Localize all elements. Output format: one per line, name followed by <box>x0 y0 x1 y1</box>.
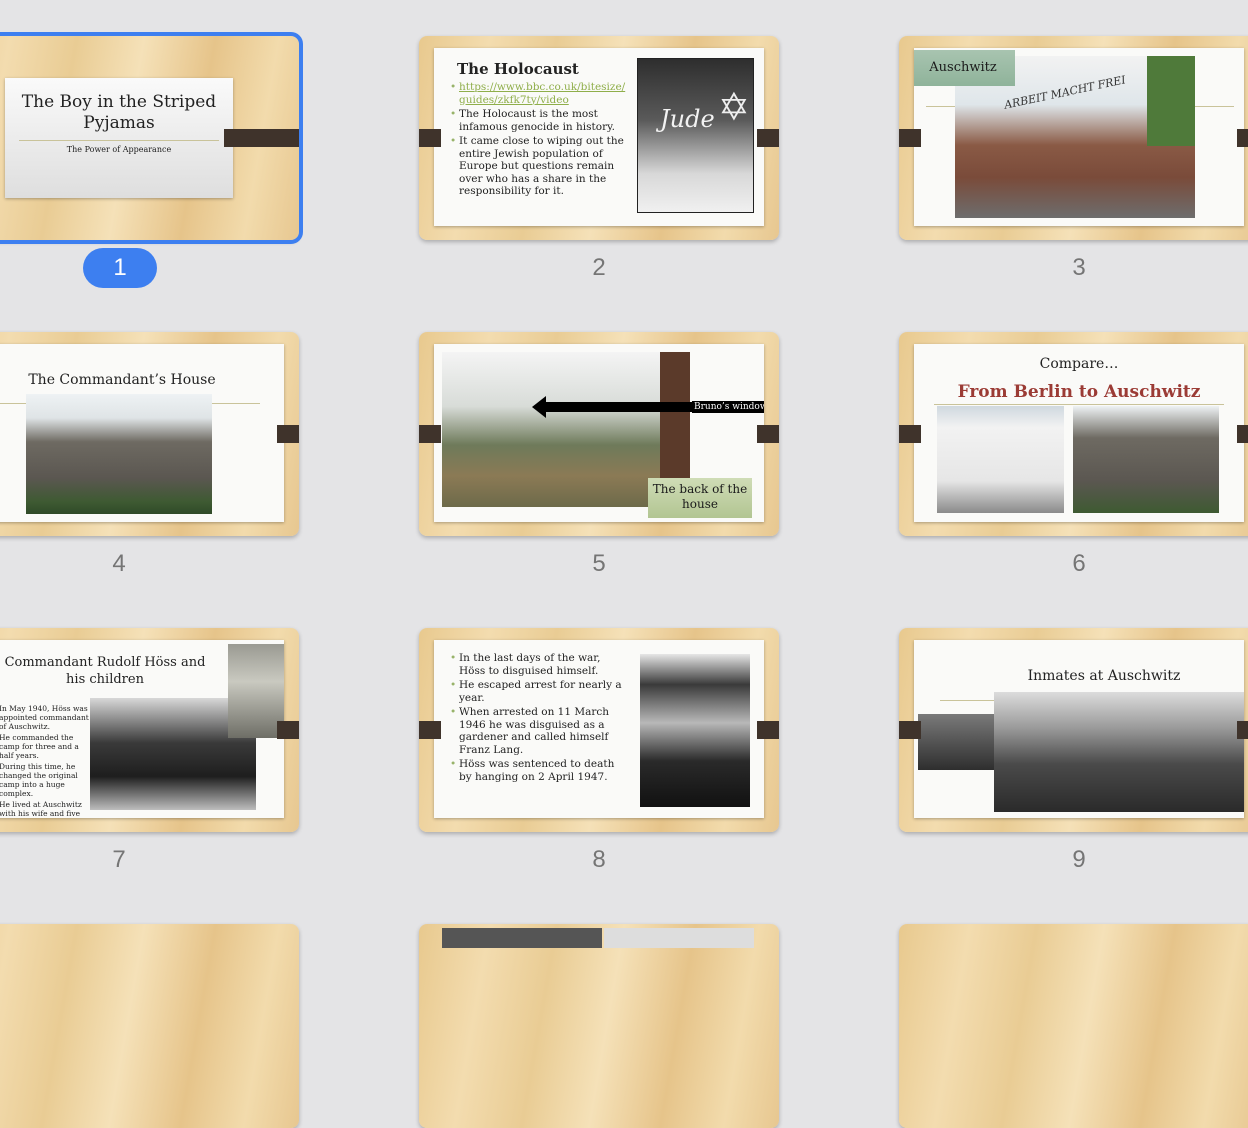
slide-canvas: Inmates at Auschwitz <box>914 640 1244 818</box>
slide-canvas: In the last days of the war, Höss to dis… <box>434 640 764 818</box>
bullet-item: He escaped arrest for nearly a year. <box>450 679 628 704</box>
slide-number-2: 2 <box>592 254 606 281</box>
slide-number-8: 8 <box>592 846 606 873</box>
slide-thumbnail-7[interactable]: Commandant Rudolf Höss and his children … <box>0 628 299 832</box>
gate-text: ARBEIT MACHT FREI <box>1003 73 1127 112</box>
slide-thumbnail-5[interactable]: Bruno’s window? The back of the house <box>419 332 779 536</box>
slide-tab-right <box>757 721 779 739</box>
slide-title: The Commandant’s House <box>28 372 216 388</box>
slide-number-3: 3 <box>1072 254 1086 281</box>
slide-thumbnail-3[interactable]: ARBEIT MACHT FREI Auschwitz <box>899 36 1248 240</box>
slide-thumbnail-6[interactable]: Compare… From Berlin to Auschwitz <box>899 332 1248 536</box>
slide-title: The Boy in the Striped Pyjamas <box>21 92 217 133</box>
slide-number-6: 6 <box>1072 550 1086 577</box>
slide-thumbnail-8[interactable]: In the last days of the war, Höss to dis… <box>419 628 779 832</box>
slide-tab-right <box>757 129 779 147</box>
slide-canvas: The Holocaust https://www.bbc.co.uk/bite… <box>434 48 764 226</box>
title-divider <box>19 140 219 141</box>
slide-tab-left <box>899 425 921 443</box>
commandant-house-photo <box>26 394 212 514</box>
slide-title: The Holocaust <box>457 60 579 78</box>
slide-thumbnail-9[interactable]: Inmates at Auschwitz <box>899 628 1248 832</box>
bullet-item: He commanded the camp for three and a ha… <box>0 733 90 760</box>
bullet-item: Höss was sentenced to death by hanging o… <box>450 758 628 783</box>
bullet-item: In May 1940, Höss was appointed commanda… <box>0 704 90 731</box>
slide-number-4: 4 <box>112 550 126 577</box>
slide-tab-right <box>1237 129 1248 147</box>
slide-thumbnail-11[interactable] <box>419 924 779 1128</box>
slide-canvas: Compare… From Berlin to Auschwitz <box>914 344 1244 522</box>
tree <box>1147 56 1195 146</box>
slide-tab-left <box>899 721 921 739</box>
inmates-photo-main <box>994 692 1244 812</box>
slide-thumbnail-1[interactable]: The Boy in the Striped Pyjamas The Power… <box>0 32 303 244</box>
slide-subtitle: From Berlin to Auschwitz <box>957 382 1201 402</box>
slide-title: Auschwitz <box>914 50 1015 86</box>
slide-tab-right <box>757 425 779 443</box>
bullet-list: https://www.bbc.co.uk/bitesize/guides/zk… <box>450 81 630 200</box>
slide-tab-left <box>419 129 441 147</box>
slide-canvas: The Commandant’s House <box>0 344 284 522</box>
children-photo <box>228 644 284 738</box>
slide-title: Inmates at Auschwitz <box>1027 668 1181 684</box>
bullet-item: The Holocaust is the most infamous genoc… <box>450 108 630 133</box>
slide-tab-right <box>224 129 299 147</box>
slide-thumbnail-4[interactable]: The Commandant’s House <box>0 332 299 536</box>
bullet-list: In the last days of the war, Höss to dis… <box>450 652 628 785</box>
slide-title: Commandant Rudolf Höss and his children <box>4 655 206 687</box>
slide-tab-left <box>899 129 921 147</box>
bullet-list: In May 1940, Höss was appointed commanda… <box>0 704 90 818</box>
bullet-item: During this time, he changed the origina… <box>0 762 90 798</box>
slide-11-photo-right <box>604 928 754 948</box>
hoss-portrait-photo <box>640 654 750 807</box>
bullet-item: When arrested on 11 March 1946 he was di… <box>450 706 628 756</box>
slide-number-7: 7 <box>112 846 126 873</box>
star-of-david-icon: ✡ <box>718 85 750 129</box>
slide-thumbnail-2[interactable]: The Holocaust https://www.bbc.co.uk/bite… <box>419 36 779 240</box>
bullet-link[interactable]: https://www.bbc.co.uk/bitesize/guides/zk… <box>450 81 630 106</box>
slide-canvas: Commandant Rudolf Höss and his children … <box>0 640 284 818</box>
slide-title: Compare… <box>1039 356 1119 372</box>
slide-tab-right <box>1237 721 1248 739</box>
berlin-house-photo <box>937 406 1064 513</box>
slide-tab-left <box>419 425 441 443</box>
holocaust-photo: Jude ✡ <box>637 58 754 213</box>
slide-thumbnail-10[interactable] <box>0 924 299 1128</box>
bullet-item: In the last days of the war, Höss to dis… <box>450 652 628 677</box>
slide-canvas: The Boy in the Striped Pyjamas The Power… <box>5 78 233 198</box>
slide-number-9: 9 <box>1072 846 1086 873</box>
auschwitz-house-photo <box>1073 406 1219 513</box>
slide-canvas: Bruno’s window? The back of the house <box>434 344 764 522</box>
title-divider <box>934 404 1224 405</box>
slide-number-5: 5 <box>592 550 606 577</box>
slide-tab-left <box>419 721 441 739</box>
bullet-item: He lived at Auschwitz with his wife and … <box>0 800 90 818</box>
arrow-shaft <box>542 402 702 412</box>
slide-thumbnail-12[interactable] <box>899 924 1248 1128</box>
slide-tab-right <box>277 721 299 739</box>
slide-11-photo-left <box>442 928 602 948</box>
bullet-item: It came close to wiping out the entire J… <box>450 135 630 198</box>
slide-canvas: ARBEIT MACHT FREI Auschwitz <box>914 48 1244 226</box>
slide-subtitle: The Power of Appearance <box>66 145 172 154</box>
slide-tab-right <box>1237 425 1248 443</box>
slide-number-badge-1[interactable]: 1 <box>83 248 157 288</box>
inmates-photo-left <box>918 714 1000 770</box>
caption-box: The back of the house <box>648 478 752 518</box>
photo-text: Jude <box>660 105 715 133</box>
arrow-left-icon <box>532 396 546 418</box>
arrow-label: Bruno’s window? <box>692 401 764 413</box>
slide-tab-right <box>277 425 299 443</box>
